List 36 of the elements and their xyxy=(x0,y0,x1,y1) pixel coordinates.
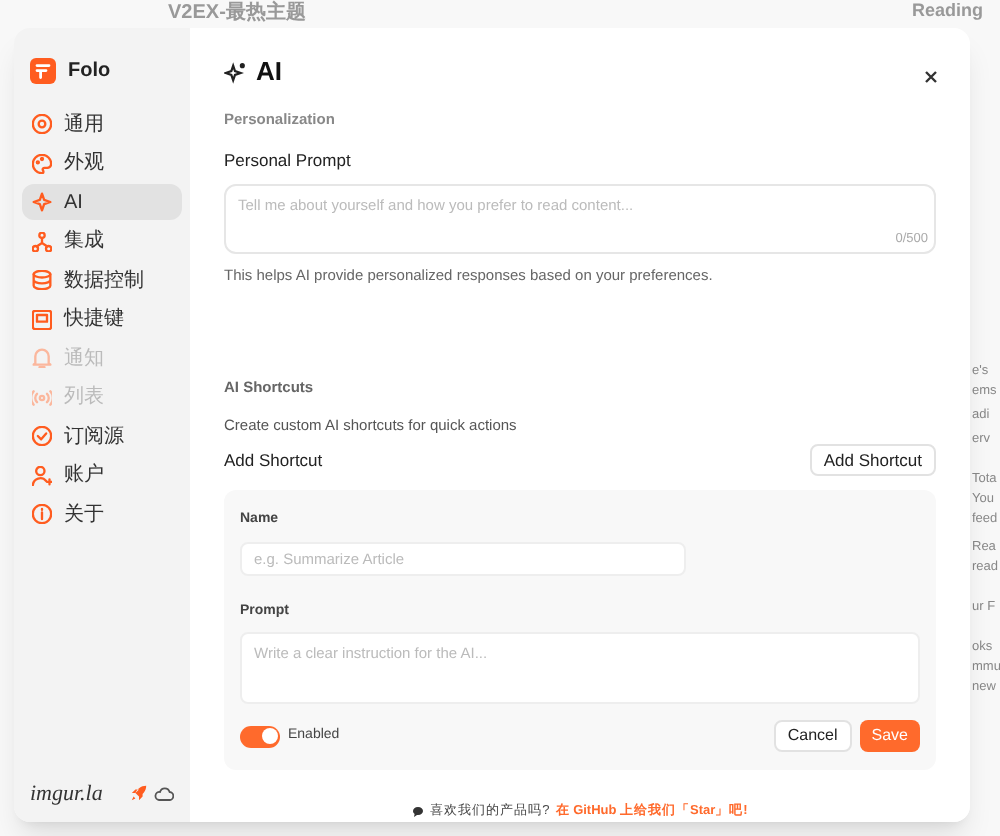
gear-icon xyxy=(32,114,52,134)
database-icon xyxy=(32,270,52,290)
brand-text: imgur.la xyxy=(30,779,103,809)
sidebar-item[interactable]: 快捷键 xyxy=(22,301,182,337)
panel-title: Reading xyxy=(912,0,984,22)
nodes-icon xyxy=(32,231,52,251)
sidebar-item[interactable]: 订阅源 xyxy=(22,418,182,454)
sidebar-item[interactable]: 外观 xyxy=(22,145,182,181)
sidebar-item[interactable]: 通用 xyxy=(22,106,182,142)
logo-icon xyxy=(30,58,56,84)
sidebar-item[interactable]: 账户 xyxy=(22,457,182,493)
sidebar-item[interactable]: AI xyxy=(22,184,182,220)
rocket-icon[interactable] xyxy=(130,784,148,803)
cloud-icon[interactable] xyxy=(154,785,174,802)
sparkle-icon xyxy=(32,192,52,212)
sidebar-item[interactable]: 关于 xyxy=(22,496,182,532)
close-button[interactable] xyxy=(920,66,940,86)
info-icon xyxy=(32,504,52,524)
panel-title: AI xyxy=(256,54,282,91)
sidebar-item[interactable]: 集成 xyxy=(22,223,182,259)
app-name: Folo xyxy=(68,58,111,86)
field-label: Add Shortcut xyxy=(224,447,323,474)
field-label: Personal Prompt xyxy=(224,148,351,174)
bell-icon xyxy=(32,348,52,368)
check-circle-icon xyxy=(32,426,52,446)
speech-bubble-icon xyxy=(412,806,425,819)
add-shortcut-button[interactable]: Add Shortcut xyxy=(809,444,936,477)
user-icon xyxy=(32,465,52,485)
sidebar-item[interactable]: 数据控制 xyxy=(22,262,182,298)
broadcast-icon xyxy=(32,387,52,407)
close-icon xyxy=(923,69,937,83)
palette-icon xyxy=(32,153,52,173)
sparkle-icon xyxy=(224,61,246,83)
enabled-toggle[interactable] xyxy=(240,725,280,748)
app-title: V2EX-最热主题 xyxy=(168,2,306,26)
cancel-button[interactable]: Cancel xyxy=(773,720,852,753)
